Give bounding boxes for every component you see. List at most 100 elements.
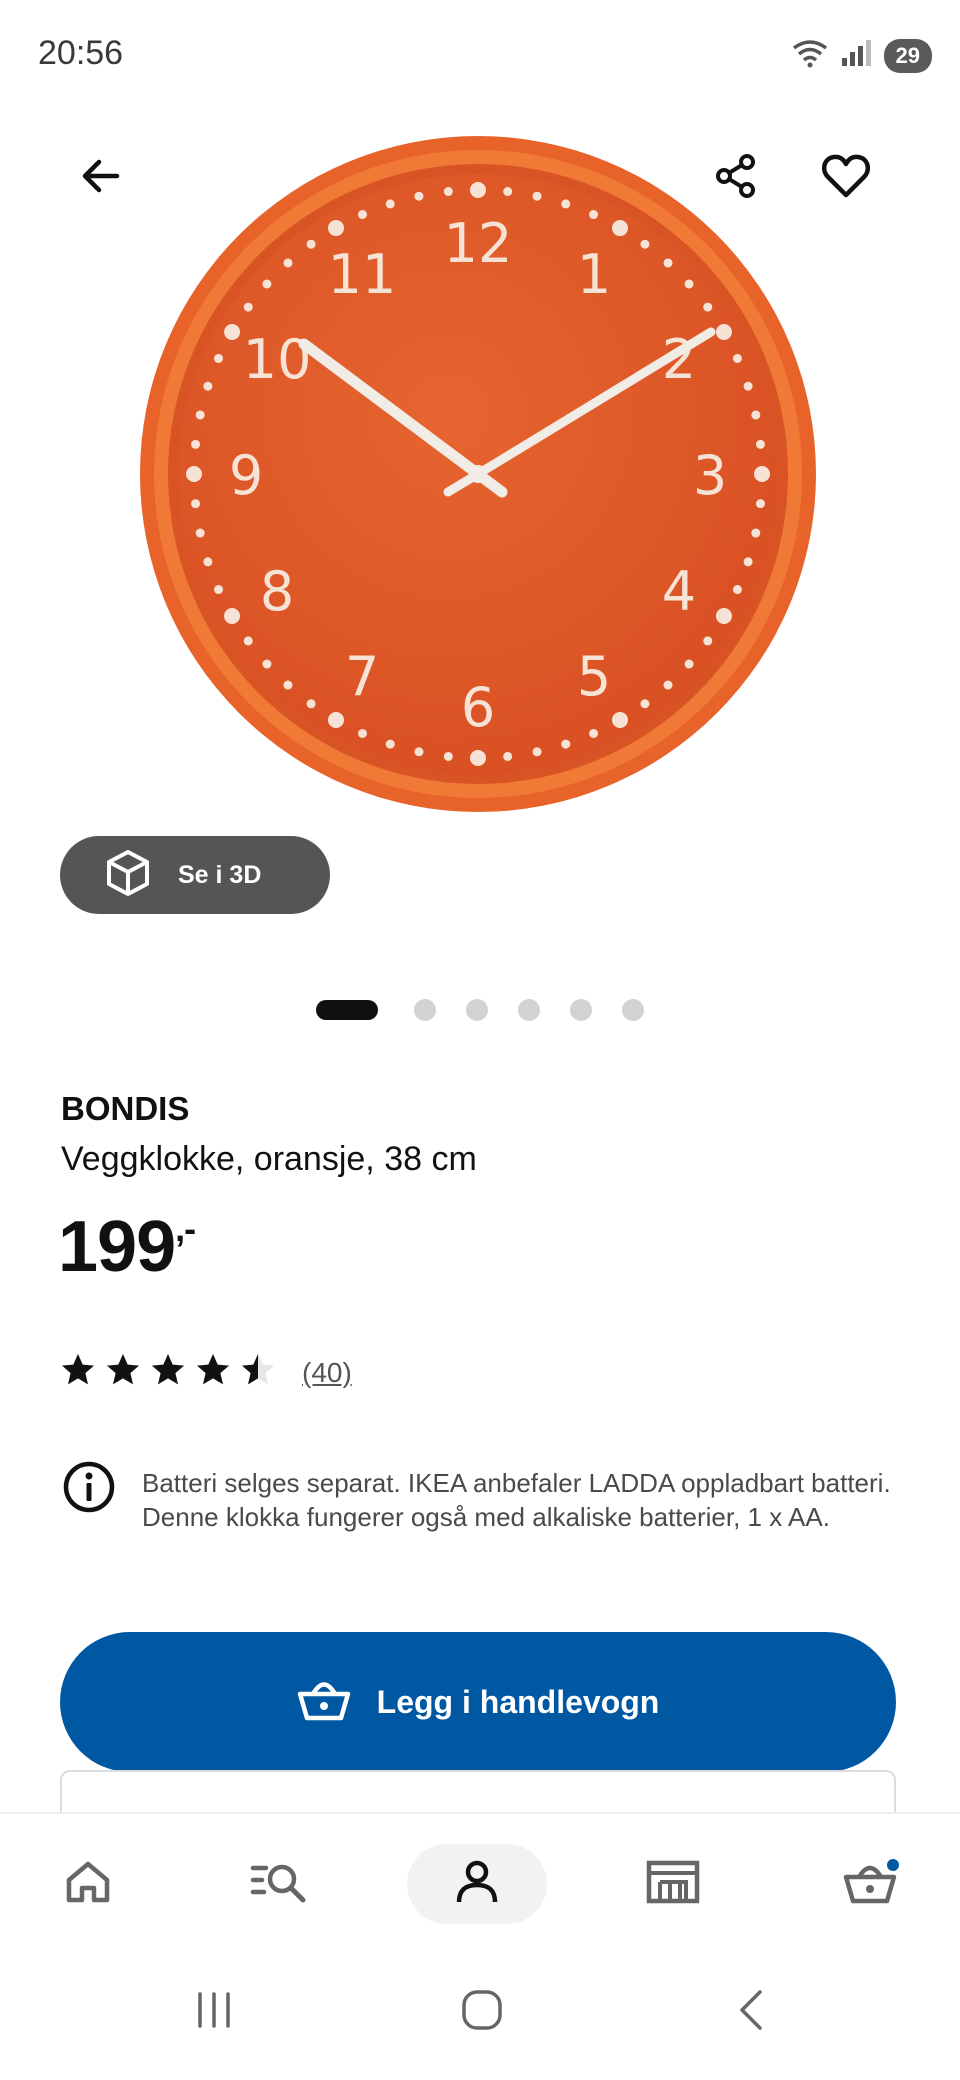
bottom-navigation (0, 1812, 960, 1942)
clock-number: 8 (260, 560, 294, 623)
minute-dot (503, 751, 513, 761)
minute-dot (755, 439, 765, 449)
price-value: 199 (58, 1207, 176, 1287)
minute-dot (203, 557, 213, 567)
nav-cart[interactable] (800, 1844, 940, 1924)
star-icon (195, 1352, 231, 1393)
star-icon (150, 1352, 186, 1393)
minute-dot (203, 381, 213, 391)
view-3d-label: Se i 3D (178, 860, 262, 889)
recents-icon (192, 1990, 236, 2035)
minute-dot (385, 739, 395, 749)
clock-number: 10 (243, 328, 312, 391)
minute-dot (470, 182, 486, 198)
minute-dot (443, 187, 453, 197)
heart-icon (821, 153, 871, 204)
rating[interactable]: (40) (60, 1352, 352, 1393)
nav-search[interactable] (210, 1844, 350, 1924)
minute-dot (561, 199, 571, 209)
minute-dot (561, 739, 571, 749)
home-system-button[interactable] (442, 1982, 522, 2042)
minute-dot (663, 258, 673, 268)
signal-icon (840, 38, 874, 73)
view-3d-button[interactable]: Se i 3D (60, 836, 330, 914)
minute-dot (262, 279, 272, 289)
star-icon (60, 1352, 96, 1393)
clock-number: 3 (693, 444, 727, 507)
nav-store[interactable] (603, 1844, 743, 1924)
minute-dot (640, 699, 650, 709)
add-to-cart-button[interactable]: Legg i handlevogn (60, 1632, 896, 1772)
minute-dot (732, 585, 742, 595)
minute-dot (743, 381, 753, 391)
minute-dot (385, 199, 395, 209)
cart-icon (843, 1856, 901, 1910)
carousel-dot[interactable] (316, 1000, 378, 1020)
star-rating (60, 1352, 276, 1393)
carousel-dot[interactable] (622, 999, 644, 1021)
minute-dot (755, 499, 765, 509)
carousel-dot[interactable] (518, 999, 540, 1021)
battery-info-text: Batteri selges separat. IKEA anbefaler L… (142, 1468, 891, 1532)
minute-dot (532, 747, 542, 757)
minute-dot (243, 302, 253, 312)
minute-dot (328, 711, 344, 728)
favorite-button[interactable] (814, 146, 878, 210)
recents-button[interactable] (174, 1982, 254, 2042)
minute-dot (306, 239, 316, 249)
clock-illustration: 12 1234567891011 (140, 136, 816, 812)
carousel-dot[interactable] (570, 999, 592, 1021)
carousel-dot[interactable] (414, 999, 436, 1021)
clock-number: 1 (577, 243, 611, 306)
minute-dot (589, 728, 599, 738)
status-icons: 29 (790, 38, 932, 73)
minute-dot (224, 608, 241, 624)
nav-profile[interactable] (407, 1844, 547, 1924)
clock-number: 9 (229, 444, 263, 507)
minute-dot (191, 499, 201, 509)
home-icon (65, 1860, 111, 1909)
minute-dot (357, 728, 367, 738)
carousel-indicator (0, 998, 960, 1022)
product-description: Veggklokke, oransje, 38 cm (61, 1140, 477, 1178)
clock-number: 11 (328, 243, 397, 306)
wifi-icon (790, 38, 830, 73)
minute-dot (214, 585, 224, 595)
back-chevron-icon (732, 1988, 772, 2037)
product-image[interactable]: 12 1 2 3 4 5 6 7 8 9 10 11 (136, 132, 820, 816)
minute-dot (414, 191, 424, 201)
back-arrow-icon (77, 153, 123, 204)
back-system-button[interactable] (712, 1982, 792, 2042)
minute-dot (703, 302, 713, 312)
carousel-dot[interactable] (466, 999, 488, 1021)
clock-number: 7 (345, 645, 379, 708)
product-price: 199,- (58, 1206, 196, 1288)
search-list-icon (250, 1860, 310, 1909)
basket-icon (297, 1677, 351, 1728)
minute-dot (262, 659, 272, 669)
minute-dot (732, 353, 742, 363)
minute-dot (503, 187, 513, 197)
back-button[interactable] (68, 146, 132, 210)
store-icon (646, 1860, 700, 1909)
minute-dot (186, 466, 202, 482)
minute-dot (191, 439, 201, 449)
star-icon (105, 1352, 141, 1393)
minute-dot (640, 239, 650, 249)
clock-number: 6 (461, 676, 495, 739)
minute-dot (443, 751, 453, 761)
minute-dot (195, 528, 205, 538)
status-bar: 20:56 29 (0, 0, 960, 110)
minute-dot (283, 680, 293, 690)
minute-dot (224, 324, 241, 340)
minute-dot (663, 680, 673, 690)
review-count-link[interactable]: (40) (302, 1357, 352, 1389)
minute-dot (751, 528, 761, 538)
minute-dot (612, 220, 628, 237)
nav-home[interactable] (18, 1844, 158, 1924)
minute-dot (589, 210, 599, 220)
home-circle-icon (460, 1988, 504, 2037)
minute-dot (715, 324, 732, 340)
minute-dot (243, 636, 253, 646)
minute-dot (470, 750, 486, 766)
